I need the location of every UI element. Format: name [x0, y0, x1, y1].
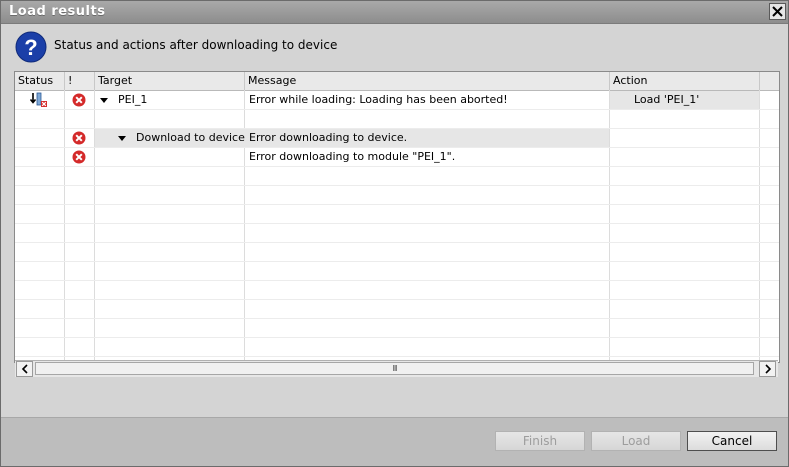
table-row: [15, 281, 779, 300]
table-row: [15, 243, 779, 262]
table-row: [15, 300, 779, 319]
title-bar: Load results: [1, 1, 788, 24]
error-icon: [72, 93, 86, 107]
error-icon: [72, 131, 86, 145]
expand-arrow-icon[interactable]: [100, 98, 108, 103]
action-cell[interactable]: Load 'PEI_1': [634, 91, 699, 109]
results-table: Status ! Target Message Action PEI_1 Err…: [14, 71, 780, 363]
cancel-button[interactable]: Cancel: [687, 431, 777, 451]
question-icon: ?: [15, 31, 47, 63]
column-header-target[interactable]: Target: [95, 72, 245, 90]
svg-text:?: ?: [24, 35, 37, 60]
table-row[interactable]: Error downloading to module "PEI_1".: [15, 148, 779, 167]
table-row[interactable]: PEI_1 Error while loading: Loading has b…: [15, 91, 779, 110]
finish-button[interactable]: Finish: [495, 431, 585, 451]
chevron-left-icon: [21, 364, 28, 374]
error-icon: [72, 150, 86, 164]
scrollbar-thumb[interactable]: III: [35, 362, 754, 375]
table-row: [15, 262, 779, 281]
table-row: [15, 186, 779, 205]
window-title: Load results: [9, 4, 106, 19]
column-header-filler: [760, 72, 779, 90]
dialog-footer: Finish Load Cancel: [1, 417, 788, 466]
close-button[interactable]: [769, 3, 786, 20]
table-row: [15, 205, 779, 224]
target-cell: Download to device: [136, 131, 245, 144]
expand-arrow-icon[interactable]: [118, 136, 126, 141]
message-cell: Error downloading to module "PEI_1".: [249, 150, 456, 163]
chevron-right-icon: [764, 364, 771, 374]
table-row: [15, 338, 779, 357]
table-row: [15, 167, 779, 186]
dialog-header: ? Status and actions after downloading t…: [1, 24, 788, 68]
message-cell: Error downloading to device.: [249, 131, 408, 144]
table-row: [15, 110, 779, 129]
scroll-right-button[interactable]: [759, 361, 776, 377]
column-header-action[interactable]: Action: [610, 72, 760, 90]
header-text: Status and actions after downloading to …: [54, 38, 338, 52]
load-button[interactable]: Load: [591, 431, 681, 451]
close-icon: [772, 6, 783, 17]
table-header: Status ! Target Message Action: [15, 72, 779, 91]
scroll-grip-icon: III: [392, 364, 397, 373]
column-header-message[interactable]: Message: [245, 72, 610, 90]
scroll-left-button[interactable]: [16, 361, 33, 377]
message-cell: Error while loading: Loading has been ab…: [249, 93, 508, 106]
column-header-status[interactable]: Status: [15, 72, 65, 90]
load-results-dialog: Load results ? Status and actions after …: [0, 0, 789, 467]
table-row: [15, 224, 779, 243]
horizontal-scrollbar[interactable]: III: [15, 360, 778, 377]
target-cell: PEI_1: [118, 93, 148, 106]
table-row: [15, 319, 779, 338]
table-row[interactable]: Download to device Error downloading to …: [15, 129, 779, 148]
download-error-icon: [30, 92, 47, 107]
column-header-error[interactable]: !: [65, 72, 95, 90]
